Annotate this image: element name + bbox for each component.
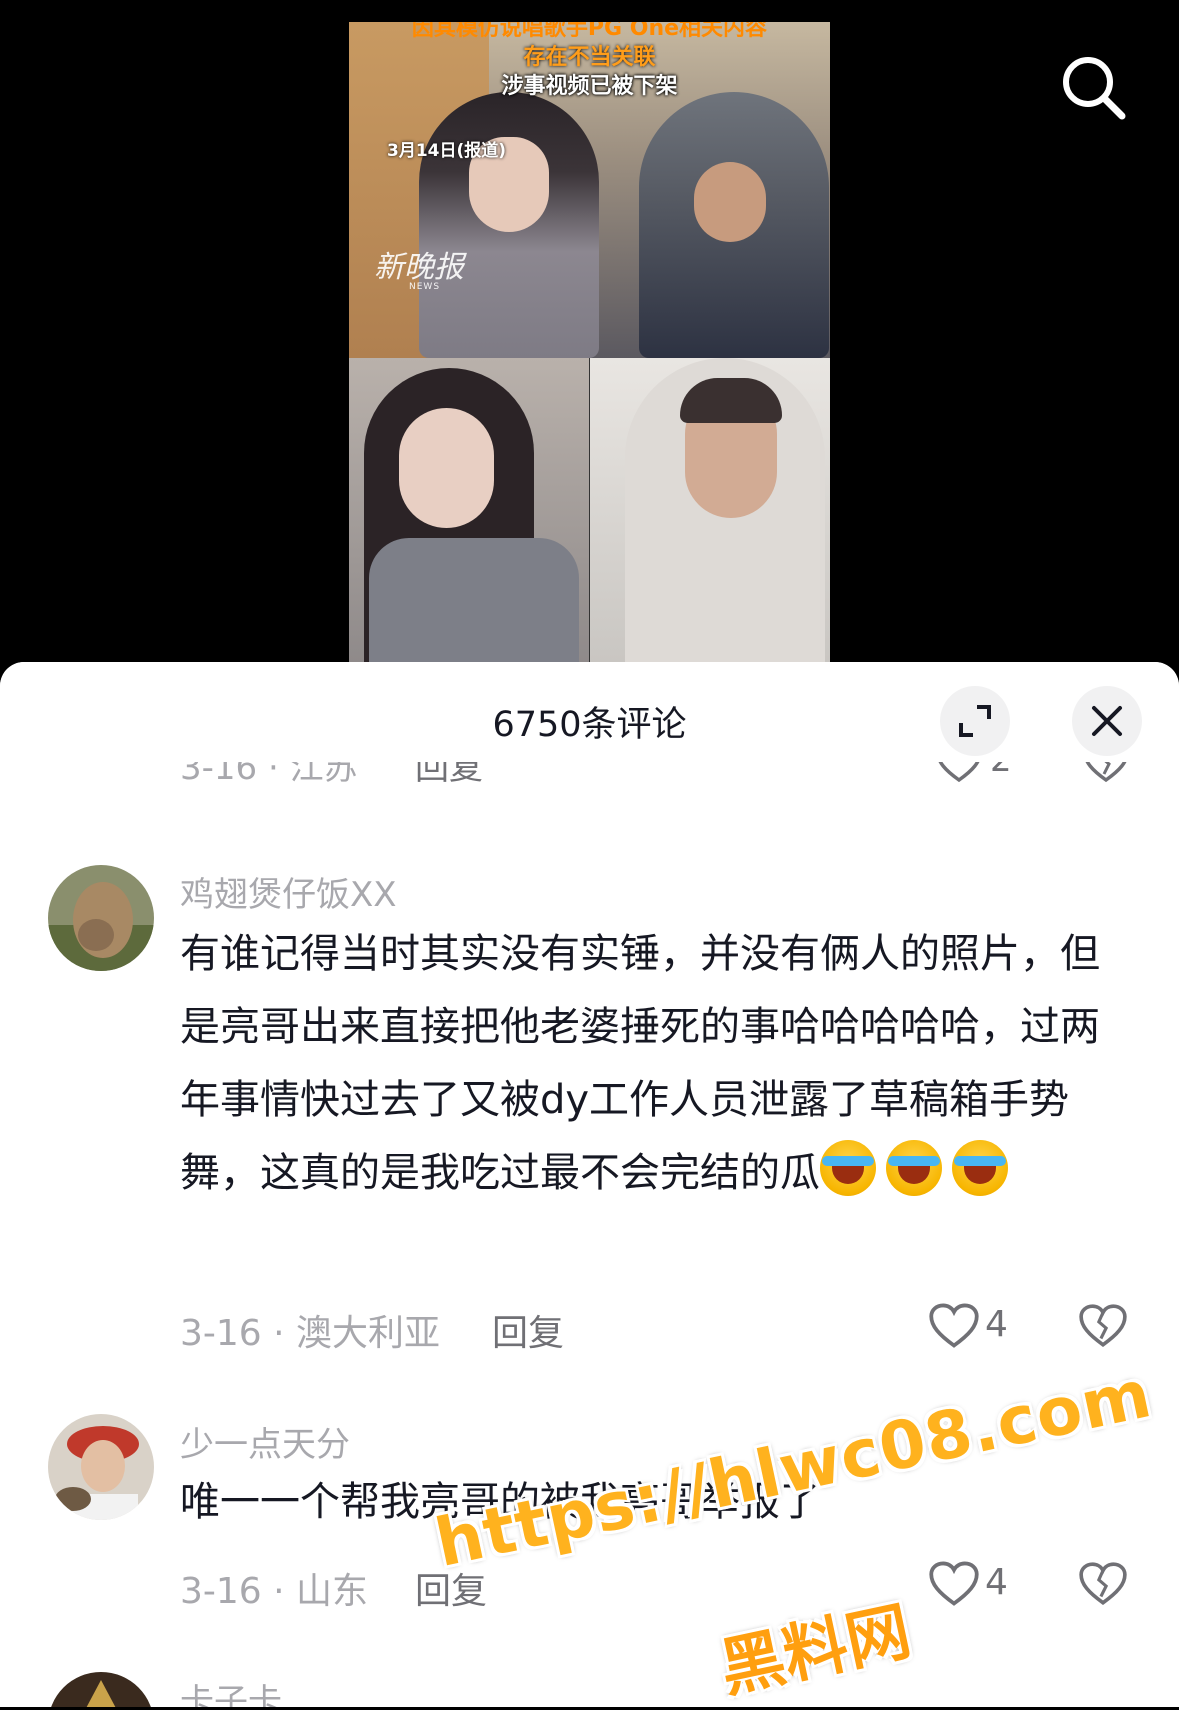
expand-button[interactable] xyxy=(940,686,1010,756)
search-button[interactable] xyxy=(1058,52,1128,122)
broken-heart-icon xyxy=(1079,1562,1127,1605)
avatar-image xyxy=(48,865,154,971)
avatar[interactable] xyxy=(48,1414,154,1520)
headline-line-2: 存在不当关联 xyxy=(523,45,656,70)
previous-dislike-button[interactable] xyxy=(1082,762,1130,788)
avatar-image xyxy=(48,1672,154,1707)
close-button[interactable] xyxy=(1072,686,1142,756)
video-bottom-right-frame xyxy=(590,358,830,662)
comment-username[interactable]: 卡子卡 xyxy=(180,1674,282,1707)
like-count: 4 xyxy=(985,1304,1008,1345)
like-count: 4 xyxy=(985,1562,1008,1603)
face-right xyxy=(694,162,766,242)
laugh-cry-emoji-icon xyxy=(952,1140,1008,1196)
headline-line-3: 涉事视频已被下架 xyxy=(501,74,678,99)
news-logo: 新晚报 xyxy=(374,250,464,285)
comment-date-location: 3-16 · 澳大利亚 xyxy=(180,1313,441,1354)
date-tag: 3月14日(报道) xyxy=(387,141,507,161)
avatar[interactable] xyxy=(48,865,154,971)
comment-date-location: 3-16 · 山东 xyxy=(180,1571,369,1612)
video-player[interactable]: 因其模仿说唱歌手PG One相关内容 存在不当关联 涉事视频已被下架 3月14日… xyxy=(0,0,1179,665)
broken-heart-icon xyxy=(1079,1304,1127,1347)
laugh-cry-emoji-icon xyxy=(820,1140,876,1196)
video-top-frame: 因其模仿说唱歌手PG One相关内容 存在不当关联 涉事视频已被下架 3月14日… xyxy=(349,22,830,358)
hair-shape xyxy=(680,378,782,423)
like-button[interactable] xyxy=(928,1302,980,1350)
expand-icon xyxy=(959,705,991,737)
comment-username[interactable]: 少一点天分 xyxy=(180,1417,350,1466)
video-frame: 因其模仿说唱歌手PG One相关内容 存在不当关联 涉事视频已被下架 3月14日… xyxy=(349,22,830,662)
dislike-button[interactable] xyxy=(1078,1302,1128,1352)
heart-icon xyxy=(929,1561,979,1606)
close-icon xyxy=(1092,706,1122,736)
comment-sheet-header: 6750条评论 xyxy=(0,662,1179,762)
like-button[interactable] xyxy=(928,1560,980,1608)
reply-button[interactable]: 回复 xyxy=(492,1304,564,1356)
laugh-cry-emoji-icon xyxy=(886,1140,942,1196)
previous-like-button[interactable] xyxy=(935,762,983,788)
search-icon xyxy=(1063,57,1126,120)
previous-like-count: 2 xyxy=(990,762,1012,780)
broken-heart-icon xyxy=(1085,762,1127,783)
previous-comment-actions: 3-16 · 江苏 回复 2 xyxy=(0,762,1179,790)
previous-comment-meta: 3-16 · 江苏 xyxy=(180,762,358,788)
dislike-button[interactable] xyxy=(1078,1560,1128,1610)
body-shape xyxy=(369,538,579,662)
avatar[interactable] xyxy=(48,1672,154,1707)
avatar-image xyxy=(48,1414,154,1520)
headline-line-1: 因其模仿说唱歌手PG One相关内容 xyxy=(411,22,768,41)
comment-username[interactable]: 鸡翅煲仔饭XX xyxy=(180,867,397,916)
heart-icon xyxy=(938,762,980,783)
previous-reply-button[interactable]: 回复 xyxy=(415,762,483,789)
comment-text: 有谁记得当时其实没有实锤，并没有俩人的照片，但是亮哥出来直接把他老婆捶死的事哈哈… xyxy=(180,918,1120,1210)
video-bottom-left-frame xyxy=(349,358,589,662)
video-headline: 因其模仿说唱歌手PG One相关内容 存在不当关联 涉事视频已被下架 xyxy=(349,22,830,102)
heart-icon xyxy=(929,1303,979,1348)
news-logo-sub: NEWS xyxy=(409,282,441,292)
face-shape xyxy=(399,408,494,528)
